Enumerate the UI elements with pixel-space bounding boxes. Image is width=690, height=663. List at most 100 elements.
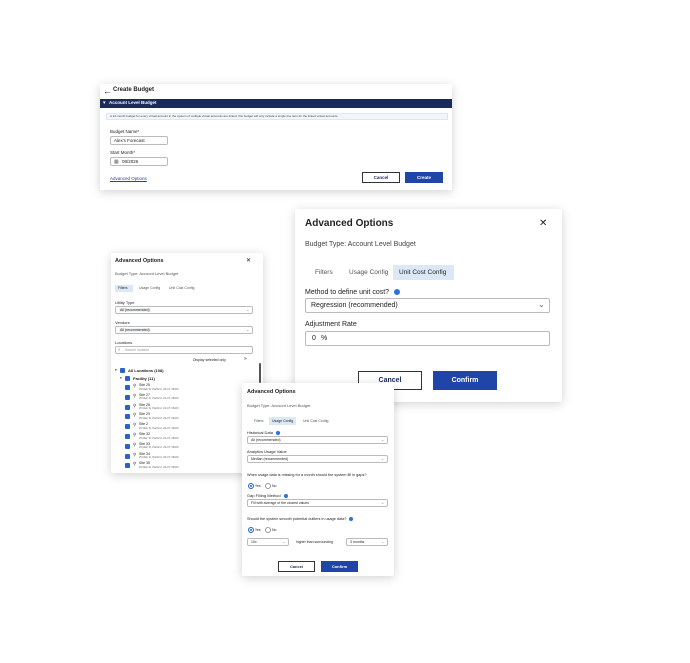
tab-usage-config[interactable]: Usage Config xyxy=(269,417,296,425)
tab-filters[interactable]: Filters xyxy=(254,419,264,423)
site-name: Site 28 xyxy=(139,402,150,407)
outlier-yes-option[interactable]: Yes xyxy=(248,527,261,533)
site-address: 25 Main St, Hartford, US-CT, 06106 xyxy=(139,397,179,401)
close-icon[interactable]: ✕ xyxy=(539,218,547,229)
tab-unit-cost-config[interactable]: Unit Cost Config xyxy=(169,286,194,290)
double-chevron-icon[interactable]: » xyxy=(244,356,247,362)
locations-label: Locations xyxy=(115,340,133,345)
tab-filters-label: Filters xyxy=(118,286,128,290)
location-pin-icon: ⚲ xyxy=(133,422,137,428)
location-search-input[interactable]: ⌕ Search location xyxy=(115,346,253,354)
missing-data-no-option[interactable]: No xyxy=(265,483,276,489)
info-text: A 12-month budget for every virtual acco… xyxy=(110,114,339,118)
list-item[interactable]: ⚲ Site 28 25 Main St, Hartford, US-CT, 061… xyxy=(111,403,261,412)
tab-usage-config[interactable]: Usage Config xyxy=(349,269,388,276)
checkbox-site[interactable] xyxy=(125,394,130,400)
tree-toggle-icon[interactable]: ▾ xyxy=(120,376,122,380)
tab-unit-cost-config[interactable]: Unit Cost Config xyxy=(303,419,328,423)
site-name: Site 2 xyxy=(139,422,148,427)
tab-unit-cost-config[interactable]: Unit Cost Config xyxy=(393,265,454,280)
yes-label: Yes xyxy=(254,527,261,532)
confirm-button[interactable]: Confirm xyxy=(433,371,497,390)
tab-usage-config[interactable]: Usage Config xyxy=(139,286,160,290)
list-item[interactable]: ⚲ Site 32 25 Main St, Hartford, US-CT, 061… xyxy=(111,432,261,441)
historical-data-value: All (recommended) xyxy=(251,438,281,442)
outlier-factor-value: 10x xyxy=(251,540,257,544)
tab-unit-cost-config-label: Unit Cost Config xyxy=(399,269,447,276)
checkbox-site[interactable] xyxy=(125,434,130,439)
cancel-button[interactable]: Cancel xyxy=(278,561,315,572)
close-icon[interactable]: ✕ xyxy=(246,257,251,264)
list-item[interactable]: ⚲ Site 25 25 Main St, Hartford, US-CT, 061… xyxy=(111,383,261,392)
location-pin-icon: ⚲ xyxy=(133,441,137,447)
radio-yes[interactable] xyxy=(248,527,254,533)
advanced-options-link[interactable]: Advanced Options xyxy=(110,176,147,181)
create-budget-card: ← Create Budget ▾ Account Level Budget A… xyxy=(100,84,452,190)
site-address: 25 Main St, Hartford, US-CT, 06106 xyxy=(139,456,179,460)
info-icon[interactable] xyxy=(349,517,354,521)
site-name: Site 33 xyxy=(139,441,150,446)
list-item[interactable]: ⚲ Site 34 25 Main St, Hartford, US-CT, 061… xyxy=(111,452,261,461)
outlier-factor-select[interactable]: 10x ⌄ xyxy=(247,538,289,546)
checkbox-site[interactable] xyxy=(125,424,130,430)
checkbox-site[interactable] xyxy=(125,443,130,449)
list-item[interactable]: ⚲ Site 27 25 Main St, Hartford, US-CT, 061… xyxy=(111,393,261,402)
site-name: Site 34 xyxy=(139,451,150,456)
site-address: 25 Main St, Hartford, US-CT, 06106 xyxy=(139,407,179,411)
site-name: Site 32 xyxy=(139,432,150,436)
start-month-input[interactable]: ▦ 08/2026 xyxy=(110,157,168,166)
site-list: ⚲ Site 25 25 Main St, Hartford, US-CT, 061… xyxy=(111,383,263,471)
confirm-button[interactable]: Confirm xyxy=(321,561,358,572)
gap-filling-select[interactable]: Fill with average of the closest values … xyxy=(247,499,388,507)
method-select[interactable]: Regression (recommended) ⌄ xyxy=(305,298,550,313)
list-item[interactable]: ⚲ Site 2 25 Main St, Hartford, US-CT, 0610… xyxy=(111,422,261,431)
chevron-down-icon: ⌄ xyxy=(282,539,286,544)
higher-than-text: higher than surrounding xyxy=(296,540,333,544)
info-icon[interactable] xyxy=(276,430,281,435)
list-item[interactable]: ⚲ Site 35 25 Main St, Hartford, US-CT, 061… xyxy=(111,461,261,470)
analytics-usage-select[interactable]: Median (recommended) ⌄ xyxy=(247,455,388,463)
radio-yes[interactable] xyxy=(248,483,254,489)
gap-filling-value: Fill with average of the closest values xyxy=(251,501,309,505)
info-icon[interactable] xyxy=(283,493,288,498)
adjustment-rate-input[interactable]: 0 % xyxy=(305,331,550,346)
checkbox-site[interactable] xyxy=(125,453,130,459)
tab-filters[interactable]: Filters xyxy=(115,285,133,292)
list-item[interactable]: ⚲ Site 29 25 Main St, Hartford, US-CT, 061… xyxy=(111,412,261,421)
info-icon[interactable] xyxy=(394,289,401,296)
vendors-select[interactable]: All (recommended) ⌄ xyxy=(115,326,253,334)
back-arrow-icon[interactable]: ← xyxy=(103,86,112,96)
budget-name-input[interactable]: Alex's Forecast xyxy=(110,136,168,145)
missing-data-yes-option[interactable]: Yes xyxy=(248,483,261,489)
checkbox-site[interactable] xyxy=(125,414,130,420)
checkbox-all-locations[interactable] xyxy=(120,368,125,373)
outlier-no-option[interactable]: No xyxy=(265,527,276,533)
checkbox-site[interactable] xyxy=(125,463,130,469)
outlier-question: Should the system smooth potential outli… xyxy=(247,517,354,521)
location-pin-icon: ⚲ xyxy=(133,392,137,398)
scrollbar[interactable] xyxy=(259,363,261,383)
site-name: Site 29 xyxy=(139,412,150,417)
vendors-chip: All (recommended) xyxy=(119,328,151,332)
tab-filters[interactable]: Filters xyxy=(315,269,333,276)
months-select[interactable]: 3 months ⌄ xyxy=(346,538,388,546)
advanced-options-usage-card: Advanced Options Budget Type: Account Le… xyxy=(242,383,394,576)
page-title: Create Budget xyxy=(113,87,155,93)
chevron-down-icon: ⌄ xyxy=(538,300,545,309)
method-value: Regression (recommended) xyxy=(311,302,398,309)
create-button[interactable]: Create xyxy=(405,172,443,183)
utility-type-select[interactable]: All (recommended) ⌄ xyxy=(115,306,253,314)
checkbox-site[interactable] xyxy=(125,404,130,410)
checkbox-facility[interactable] xyxy=(125,376,130,381)
cancel-button[interactable]: Cancel xyxy=(362,172,400,183)
tree-toggle-icon[interactable]: ▾ xyxy=(115,368,117,372)
list-item[interactable]: ⚲ Site 33 25 Main St, Hartford, US-CT, 061… xyxy=(111,442,261,451)
chevron-down-icon[interactable]: ▾ xyxy=(103,100,106,106)
checkbox-site[interactable] xyxy=(125,385,130,390)
display-selected-toggle[interactable]: Display selected only xyxy=(193,358,226,362)
historical-data-select[interactable]: All (recommended) ⌄ xyxy=(247,436,388,444)
radio-no[interactable] xyxy=(265,527,271,533)
budget-type-text: Budget Type: Account Level Budget xyxy=(305,241,416,248)
site-address: 25 Main St, Hartford, US-CT, 06106 xyxy=(139,446,179,450)
radio-no[interactable] xyxy=(265,483,271,489)
